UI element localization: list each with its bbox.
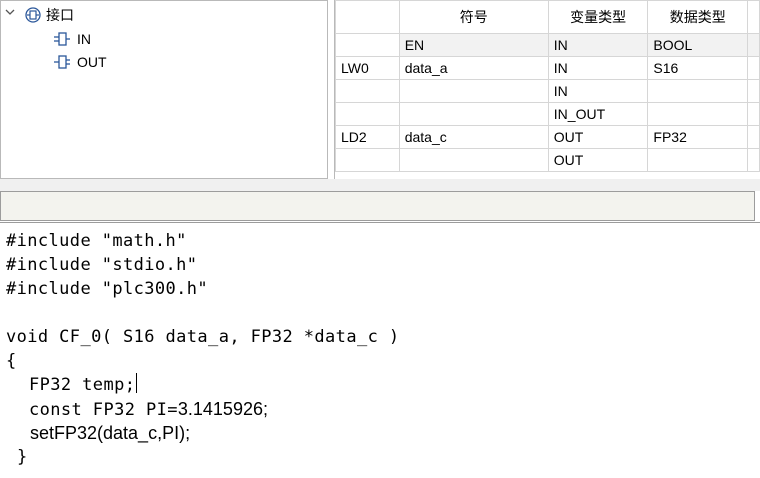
cell-address[interactable]: LD2 — [335, 125, 400, 149]
cell-data-type[interactable] — [647, 148, 749, 172]
code-line: { — [6, 351, 17, 371]
table-row[interactable]: IN_OUT — [335, 102, 760, 126]
code-text: const FP32 PI= — [29, 400, 178, 420]
header-extra[interactable] — [747, 0, 760, 34]
code-line: #include "stdio.h" — [6, 255, 198, 275]
code-text: FP32 temp; — [29, 375, 136, 395]
table-row[interactable]: LD2 data_c OUT FP32 — [335, 125, 760, 149]
cell-data-type[interactable]: BOOL — [647, 33, 749, 57]
editor-toolbar-strip — [0, 191, 755, 221]
table-row[interactable]: IN — [335, 79, 760, 103]
code-line: setFP32(data_c,PI); — [30, 423, 191, 443]
cell-extra[interactable] — [747, 125, 760, 149]
output-pin-icon — [54, 55, 70, 69]
header-symbol[interactable]: 符号 — [398, 0, 549, 34]
cell-symbol[interactable] — [398, 148, 549, 172]
input-pin-icon — [54, 32, 70, 46]
cell-address[interactable] — [335, 33, 400, 57]
cell-symbol[interactable]: data_c — [398, 125, 549, 149]
cell-variable-type[interactable]: IN_OUT — [547, 102, 649, 126]
cell-address[interactable]: LW0 — [335, 56, 400, 80]
tree-node-label: OUT — [77, 54, 107, 70]
cell-symbol[interactable]: data_a — [398, 56, 549, 80]
code-editor[interactable]: #include "math.h" #include "stdio.h" #in… — [0, 222, 760, 478]
interface-tree: 接口 IN OUT — [0, 0, 328, 179]
cell-data-type[interactable] — [647, 102, 749, 126]
cell-extra[interactable] — [747, 79, 760, 103]
interface-icon — [25, 7, 41, 23]
table-row[interactable]: LW0 data_a IN S16 — [335, 56, 760, 80]
cell-data-type[interactable] — [647, 79, 749, 103]
variable-table-panel: 符号 变量类型 数据类型 EN IN BOOL LW0 data_a IN S1… — [334, 0, 760, 179]
table-header-row: 符号 变量类型 数据类型 — [335, 0, 760, 34]
cell-address[interactable] — [335, 148, 400, 172]
panel-splitter[interactable] — [0, 179, 760, 191]
code-line: #include "plc300.h" — [6, 279, 209, 299]
table-row[interactable]: OUT — [335, 148, 760, 172]
cell-address[interactable] — [335, 79, 400, 103]
cell-variable-type[interactable]: OUT — [547, 125, 649, 149]
cell-variable-type[interactable]: IN — [547, 79, 649, 103]
code-text: 3.1415926; — [177, 399, 268, 419]
tree-node-in[interactable]: IN — [53, 28, 91, 50]
variable-table: 符号 变量类型 数据类型 EN IN BOOL LW0 data_a IN S1… — [335, 0, 760, 172]
header-data-type[interactable]: 数据类型 — [647, 0, 749, 34]
cell-variable-type[interactable]: IN — [547, 56, 649, 80]
cell-address[interactable] — [335, 102, 400, 126]
code-line: void CF_0( S16 data_a, FP32 *data_c ) — [6, 327, 400, 347]
tree-node-out[interactable]: OUT — [53, 51, 107, 73]
cell-symbol[interactable]: EN — [398, 33, 549, 57]
cell-extra[interactable] — [747, 148, 760, 172]
cell-variable-type[interactable]: OUT — [547, 148, 649, 172]
tree-node-interface[interactable]: 接口 — [25, 4, 74, 26]
cell-symbol[interactable] — [398, 79, 549, 103]
cell-extra[interactable] — [747, 102, 760, 126]
tree-node-label: IN — [77, 31, 91, 47]
cell-extra[interactable] — [747, 56, 760, 80]
code-line: } — [17, 447, 28, 467]
text-cursor — [136, 373, 138, 393]
code-line: const FP32 PI=3.1415926; — [29, 397, 268, 421]
header-address[interactable] — [335, 0, 400, 34]
table-row[interactable]: EN IN BOOL — [335, 33, 760, 57]
code-line: #include "math.h" — [6, 231, 187, 251]
cell-data-type[interactable]: FP32 — [647, 125, 749, 149]
cell-extra[interactable] — [747, 33, 760, 57]
cell-symbol[interactable] — [398, 102, 549, 126]
cell-data-type[interactable]: S16 — [647, 56, 749, 80]
header-variable-type[interactable]: 变量类型 — [547, 0, 649, 34]
chevron-down-icon[interactable] — [4, 6, 16, 18]
cell-variable-type[interactable]: IN — [547, 33, 649, 57]
tree-node-label: 接口 — [46, 7, 74, 23]
code-line: FP32 temp; — [29, 373, 138, 397]
